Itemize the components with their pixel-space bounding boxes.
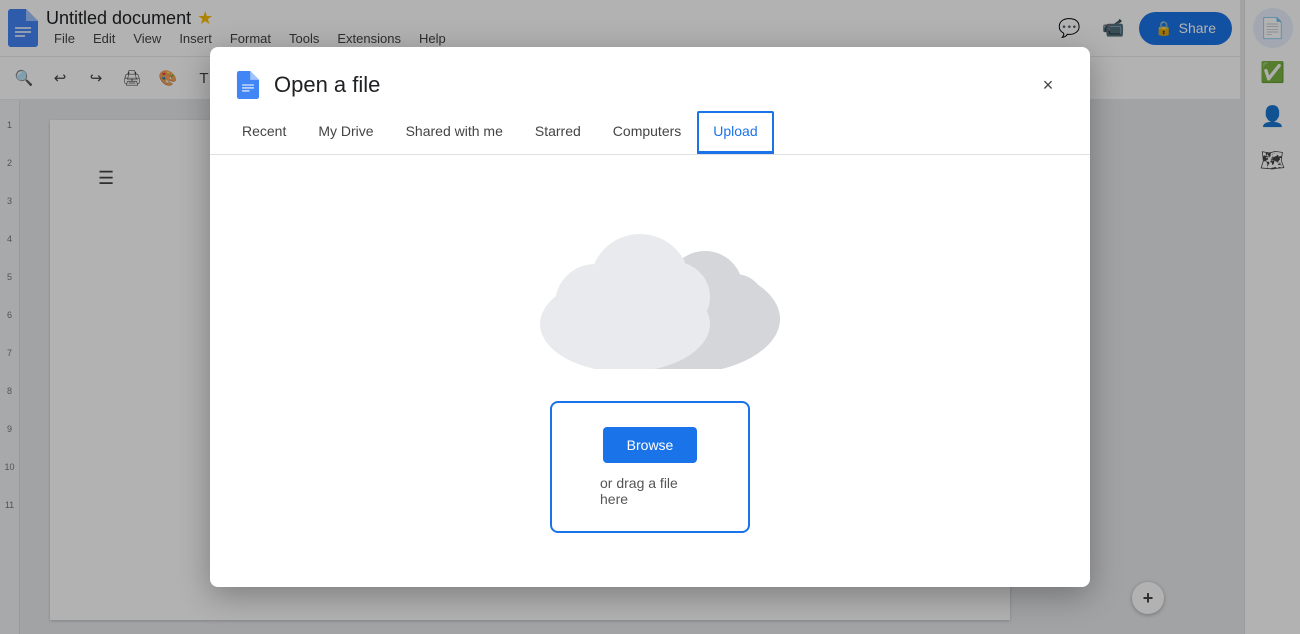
modal-close-button[interactable]: × [1030,67,1066,103]
modal-docs-icon [234,71,262,99]
modal-header: Open a file × [210,47,1090,103]
tab-upload[interactable]: Upload [697,111,773,154]
modal-title: Open a file [274,72,1018,98]
cloud-illustration [520,209,780,369]
tab-recent[interactable]: Recent [226,111,302,154]
modal-body: Browse or drag a file here [210,155,1090,587]
browse-button[interactable]: Browse [603,427,698,463]
tab-shared-with-me[interactable]: Shared with me [390,111,519,154]
upload-drop-zone[interactable]: Browse or drag a file here [550,401,750,533]
modal-tabs: Recent My Drive Shared with me Starred C… [210,111,1090,155]
open-file-modal: Open a file × Recent My Drive Shared wit… [210,47,1090,587]
tab-starred[interactable]: Starred [519,111,597,154]
tab-computers[interactable]: Computers [597,111,697,154]
tab-my-drive[interactable]: My Drive [302,111,389,154]
drag-text: or drag a file here [600,475,700,507]
